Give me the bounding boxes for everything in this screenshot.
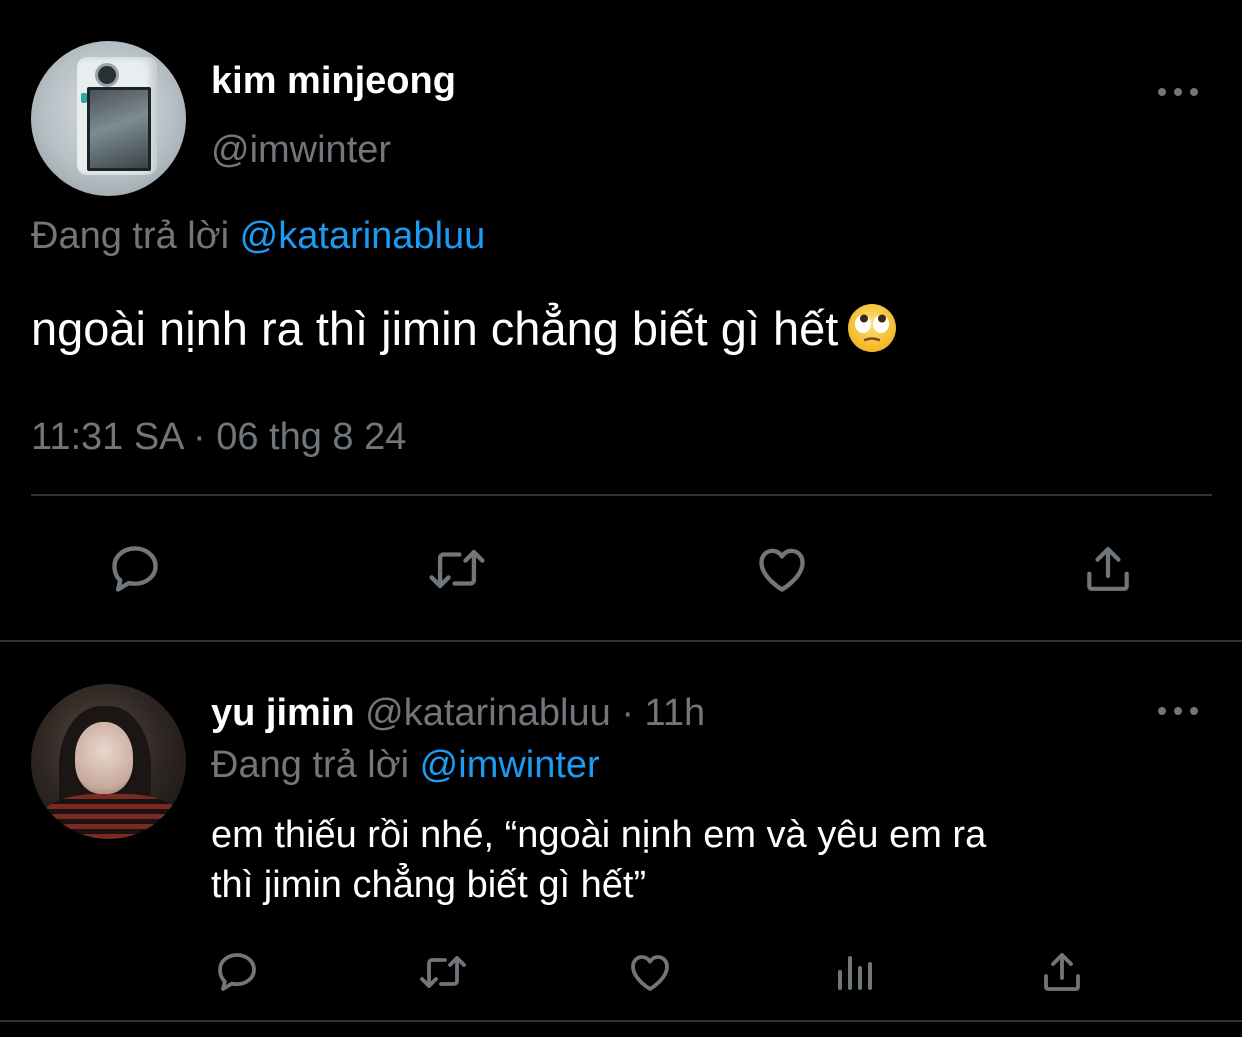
tweet-timestamp[interactable]: 11:31 SA · 06 thg 8 24 — [31, 414, 406, 460]
more-options-icon[interactable] — [1158, 78, 1198, 106]
like-icon[interactable] — [626, 948, 674, 996]
retweet-icon[interactable] — [416, 948, 470, 996]
tweet-text-line: em thiếu rồi nhé, “ngoài nịnh em và yêu … — [211, 814, 987, 856]
tweet-text-body: ngoài nịnh ra thì jimin chẳng biết gì hế… — [31, 302, 839, 355]
divider — [0, 1020, 1242, 1022]
like-icon[interactable] — [753, 540, 811, 598]
author-name[interactable]: kim minjeong — [211, 58, 456, 104]
face-with-rolling-eyes-icon — [848, 303, 897, 352]
tweet-text: ngoài nịnh ra thì jimin chẳng biết gì hế… — [31, 298, 898, 360]
author-handle[interactable]: @katarinabluu — [365, 692, 611, 734]
author-handle[interactable]: @imwinter — [211, 127, 391, 173]
replying-to-label: Đang trả lời — [31, 215, 230, 257]
divider — [0, 640, 1242, 642]
author-name[interactable]: yu jimin — [211, 692, 355, 734]
more-options-icon[interactable] — [1158, 697, 1198, 725]
tweet-text-line: thì jimin chẳng biết gì hết” — [211, 864, 647, 906]
tweet-text: em thiếu rồi nhé, “ngoài nịnh em và yêu … — [211, 810, 1201, 910]
replying-to-line: Đang trả lời @katarinabluu — [31, 213, 485, 259]
avatar-photo — [75, 722, 133, 794]
views-icon[interactable] — [832, 948, 880, 996]
mention-link[interactable]: @katarinabluu — [240, 215, 486, 257]
replying-to-line: Đang trả lời @imwinter — [211, 742, 600, 788]
separator: · — [621, 692, 634, 734]
divider — [31, 494, 1212, 496]
mention-link[interactable]: @imwinter — [420, 744, 600, 786]
reply-icon[interactable] — [213, 948, 261, 996]
avatar-photo — [77, 57, 157, 175]
avatar[interactable] — [31, 684, 186, 839]
replying-to-label: Đang trả lời — [211, 744, 410, 786]
share-icon[interactable] — [1080, 540, 1136, 598]
avatar[interactable] — [31, 41, 186, 196]
tweet-age[interactable]: 11h — [645, 692, 706, 734]
reply-header: yu jimin @katarinabluu · 11h — [211, 690, 705, 736]
reply-icon[interactable] — [106, 540, 164, 598]
share-icon[interactable] — [1038, 948, 1086, 996]
retweet-icon[interactable] — [425, 540, 489, 598]
